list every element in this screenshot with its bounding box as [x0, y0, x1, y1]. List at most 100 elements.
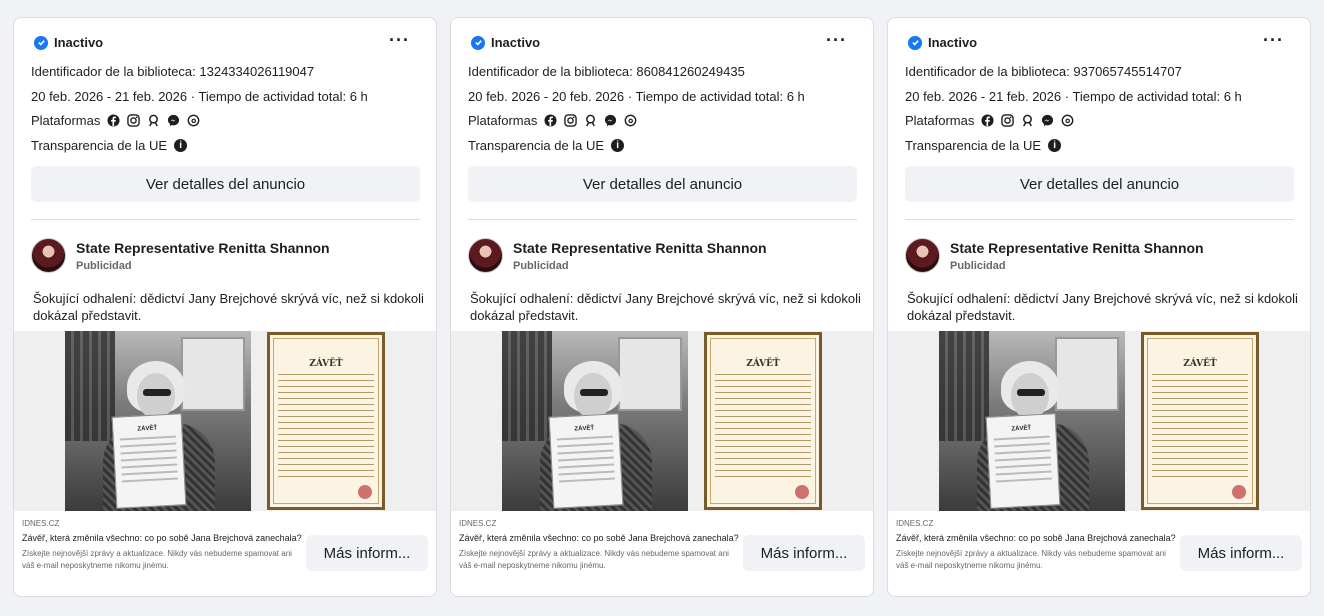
learn-more-button[interactable]: Más inform... [306, 535, 428, 571]
info-icon[interactable]: i [174, 139, 188, 152]
see-ad-details-button[interactable]: Ver detalles del anuncio [31, 166, 420, 202]
held-document: ZÁVĚŤ [985, 413, 1061, 509]
woman-holding-document-photo: ZÁVĚŤ [65, 331, 251, 511]
ad-image[interactable]: ZÁVĚŤ ZÁVĚŤ [451, 331, 873, 511]
certificate-border [1147, 338, 1253, 504]
held-document-title: ZÁVĚŤ [137, 425, 158, 433]
active-dates: 20 feb. 2026 - 20 feb. 2026 · Tiempo de … [468, 89, 805, 104]
sunglasses [1017, 389, 1045, 396]
link-preview[interactable]: IDNES.CZ Závěř, která změnila všechno: c… [22, 519, 302, 572]
window [618, 337, 682, 411]
sunglasses [143, 389, 171, 396]
facebook-icon [544, 114, 557, 127]
more-options-icon[interactable]: ··· [826, 31, 847, 49]
advertiser-name[interactable]: State Representative Renitta Shannon [513, 240, 767, 256]
advertiser-name[interactable]: State Representative Renitta Shannon [76, 240, 330, 256]
link-preview[interactable]: IDNES.CZ Závěř, která změnila všechno: c… [459, 519, 739, 572]
platforms-label: Plataformas [31, 113, 101, 128]
divider [905, 219, 1294, 220]
ad-image[interactable]: ZÁVĚŤ ZÁVĚŤ [14, 331, 436, 511]
ad-grid: Inactivo ··· Identificador de la bibliot… [0, 0, 1324, 616]
messenger-icon [605, 114, 617, 127]
avatar[interactable] [905, 238, 940, 273]
link-description: Získejte nejnovější zprávy a aktualizace… [896, 549, 1166, 570]
eu-transparency-row: Transparencia de la UE i [905, 138, 1062, 153]
held-document: ZÁVĚŤ [548, 413, 624, 509]
bookshelf [65, 331, 115, 441]
link-title: Závěř, která změnila všechno: co po sobě… [896, 533, 1176, 543]
bookshelf [502, 331, 552, 441]
ad-card: Inactivo ··· Identificador de la bibliot… [887, 17, 1311, 597]
ad-card: Inactivo ··· Identificador de la bibliot… [450, 17, 874, 597]
audience-network-icon [586, 114, 596, 127]
eu-transparency-row: Transparencia de la UE i [468, 138, 625, 153]
sponsored-label: Publicidad [513, 259, 569, 272]
eu-transparency-label: Transparencia de la UE [905, 138, 1042, 153]
status-row: Inactivo [34, 35, 103, 50]
seal-icon [1232, 485, 1246, 499]
facebook-icon [981, 114, 994, 127]
face [1011, 373, 1049, 419]
woman-holding-document-photo: ZÁVĚŤ [502, 331, 688, 511]
status-label: Inactivo [54, 35, 104, 50]
see-ad-details-button[interactable]: Ver detalles del anuncio [468, 166, 857, 202]
check-circle-icon [34, 35, 48, 50]
threads-icon [624, 114, 637, 127]
bookshelf [939, 331, 989, 441]
avatar[interactable] [468, 238, 503, 273]
threads-icon [1061, 114, 1074, 127]
link-description: Získejte nejnovější zprávy a aktualizace… [459, 549, 729, 570]
ad-body-text: Šokující odhalení: dědictví Jany Brejcho… [907, 291, 1298, 323]
link-title: Závěř, která změnila všechno: co po sobě… [459, 533, 739, 543]
learn-more-button[interactable]: Más inform... [1180, 535, 1302, 571]
library-id: Identificador de la biblioteca: 93706574… [905, 64, 1182, 79]
check-circle-icon [908, 35, 922, 50]
window [181, 337, 245, 411]
platforms-row: Plataformas [468, 113, 637, 128]
see-ad-details-button[interactable]: Ver detalles del anuncio [905, 166, 1294, 202]
active-dates: 20 feb. 2026 - 21 feb. 2026 · Tiempo de … [905, 89, 1242, 104]
link-domain: IDNES.CZ [896, 519, 934, 528]
active-dates: 20 feb. 2026 - 21 feb. 2026 · Tiempo de … [31, 89, 368, 104]
status-label: Inactivo [928, 35, 978, 50]
eu-transparency-label: Transparencia de la UE [468, 138, 605, 153]
platforms-row: Plataformas [905, 113, 1074, 128]
certificate-image: ZÁVĚŤ [267, 332, 385, 510]
advertiser-row: State Representative Renitta Shannon Pub… [905, 238, 1204, 273]
certificate-image: ZÁVĚŤ [1141, 332, 1259, 510]
avatar[interactable] [31, 238, 66, 273]
sponsored-label: Publicidad [76, 259, 132, 272]
facebook-icon [107, 114, 120, 127]
link-preview[interactable]: IDNES.CZ Závěř, která změnila všechno: c… [896, 519, 1176, 572]
more-options-icon[interactable]: ··· [389, 31, 410, 49]
divider [31, 219, 420, 220]
divider [468, 219, 857, 220]
advertiser-name[interactable]: State Representative Renitta Shannon [950, 240, 1204, 256]
face [574, 373, 612, 419]
sunglasses [580, 389, 608, 396]
seal-icon [795, 485, 809, 499]
info-icon[interactable]: i [611, 139, 625, 152]
ad-body-text: Šokující odhalení: dědictví Jany Brejcho… [33, 291, 424, 323]
status-label: Inactivo [491, 35, 541, 50]
advertiser-row: State Representative Renitta Shannon Pub… [31, 238, 330, 273]
sponsored-label: Publicidad [950, 259, 1006, 272]
ad-image[interactable]: ZÁVĚŤ ZÁVĚŤ [888, 331, 1310, 511]
platforms-row: Plataformas [31, 113, 200, 128]
ad-card: Inactivo ··· Identificador de la bibliot… [13, 17, 437, 597]
instagram-icon [564, 114, 578, 127]
held-document-title: ZÁVĚŤ [574, 425, 595, 433]
certificate-image: ZÁVĚŤ [704, 332, 822, 510]
status-row: Inactivo [908, 35, 977, 50]
woman-holding-document-photo: ZÁVĚŤ [939, 331, 1125, 511]
link-domain: IDNES.CZ [22, 519, 60, 528]
certificate-border [273, 338, 379, 504]
learn-more-button[interactable]: Más inform... [743, 535, 865, 571]
audience-network-icon [1023, 114, 1033, 127]
face [137, 373, 175, 419]
more-options-icon[interactable]: ··· [1263, 31, 1284, 49]
link-description: Získejte nejnovější zprávy a aktualizace… [22, 549, 292, 570]
info-icon[interactable]: i [1048, 139, 1062, 152]
window [1055, 337, 1119, 411]
threads-icon [187, 114, 200, 127]
